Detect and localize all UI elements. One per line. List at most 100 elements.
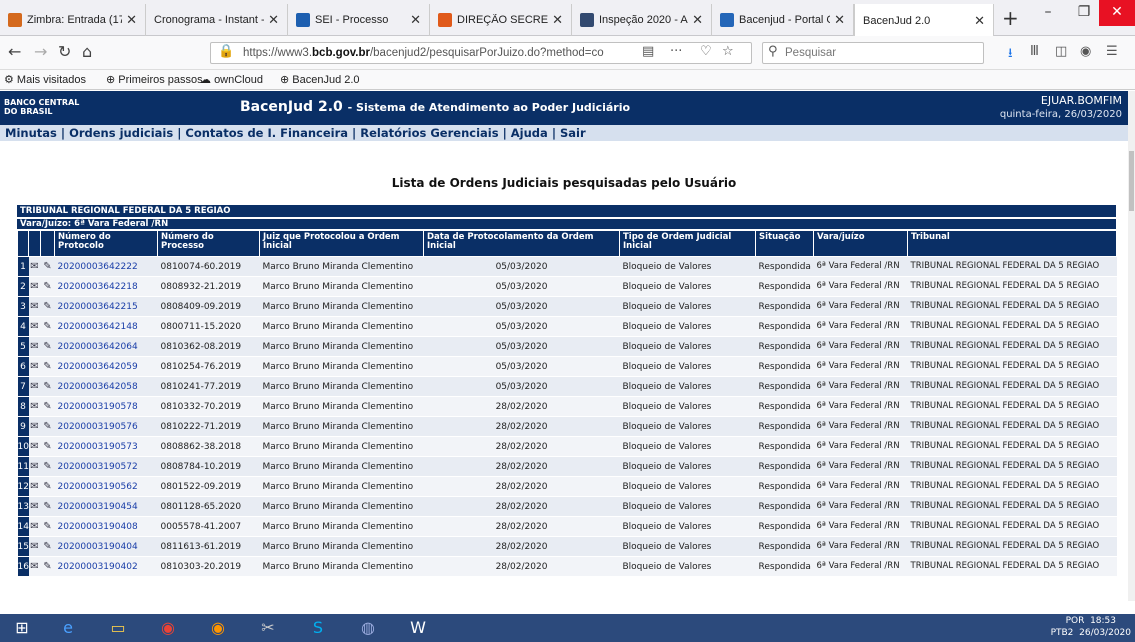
- protocolo-link[interactable]: 20200003642059: [54, 356, 158, 377]
- pje-icon[interactable]: ◍: [350, 616, 386, 640]
- browser-tab[interactable]: Inspeção 2020 - Arq ✕: [572, 4, 712, 36]
- edit-icon[interactable]: ✎: [40, 516, 55, 537]
- scrollbar-thumb[interactable]: [1129, 151, 1134, 211]
- menu-icon[interactable]: ☰: [1106, 44, 1118, 59]
- bookmark-star-icon[interactable]: ☆: [722, 44, 734, 59]
- home-icon[interactable]: ⌂: [82, 42, 92, 61]
- download-icon[interactable]: ⭳: [1008, 44, 1013, 66]
- sidebar-icon[interactable]: ◫: [1055, 44, 1067, 59]
- edit-icon[interactable]: ✎: [40, 456, 55, 477]
- protocolo-link[interactable]: 20200003642218: [54, 276, 158, 297]
- protocolo-link[interactable]: 20200003642148: [54, 316, 158, 337]
- protocolo-link[interactable]: 20200003642222: [54, 256, 158, 277]
- snipping-icon[interactable]: ✂: [250, 616, 286, 640]
- mail-icon[interactable]: ✉: [28, 496, 41, 517]
- protocolo-link[interactable]: 20200003190576: [54, 416, 158, 437]
- firefox-icon[interactable]: ◉: [200, 616, 236, 640]
- protocolo-link[interactable]: 20200003190562: [54, 476, 158, 497]
- menu-relatorios[interactable]: Relatórios Gerenciais: [360, 126, 498, 140]
- mail-icon[interactable]: ✉: [28, 296, 41, 317]
- edit-icon[interactable]: ✎: [40, 536, 55, 557]
- account-icon[interactable]: ◉: [1080, 44, 1091, 59]
- protocolo-link[interactable]: 20200003190578: [54, 396, 158, 417]
- mail-icon[interactable]: ✉: [28, 516, 41, 537]
- browser-tab[interactable]: Zimbra: Entrada (17 ✕: [0, 4, 146, 36]
- browser-tab[interactable]: Cronograma - Instant - ✕: [146, 4, 288, 36]
- windows-start-icon[interactable]: ⊞: [4, 616, 40, 640]
- bookmark-mais-visitados[interactable]: ⚙ Mais visitados: [4, 73, 86, 86]
- edit-icon[interactable]: ✎: [40, 436, 55, 457]
- close-icon[interactable]: ✕: [268, 12, 279, 28]
- edit-icon[interactable]: ✎: [40, 496, 55, 517]
- edit-icon[interactable]: ✎: [40, 256, 55, 277]
- browser-tab-active[interactable]: BacenJud 2.0 ✕: [854, 4, 994, 37]
- skype-icon[interactable]: S: [300, 616, 336, 640]
- edit-icon[interactable]: ✎: [40, 376, 55, 397]
- system-tray[interactable]: POR 18:53 PTB2 26/03/2020: [1051, 615, 1131, 639]
- forward-icon[interactable]: →: [34, 42, 47, 61]
- mail-icon[interactable]: ✉: [28, 316, 41, 337]
- mail-icon[interactable]: ✉: [28, 336, 41, 357]
- mail-icon[interactable]: ✉: [28, 256, 41, 277]
- close-icon[interactable]: ✕: [552, 12, 563, 28]
- window-close-icon[interactable]: ✕: [1099, 0, 1135, 26]
- pocket-icon[interactable]: ♡: [700, 44, 712, 59]
- bookmark-owncloud[interactable]: ☁ ownCloud: [200, 73, 263, 86]
- protocolo-link[interactable]: 20200003190408: [54, 516, 158, 537]
- browser-tab[interactable]: SEI - Processo ✕: [288, 4, 430, 36]
- protocolo-link[interactable]: 20200003190402: [54, 556, 158, 577]
- menu-minutas[interactable]: Minutas: [5, 126, 57, 140]
- bookmark-bacenjud[interactable]: ⊕ BacenJud 2.0: [280, 73, 360, 86]
- reload-icon[interactable]: ↻: [58, 42, 71, 61]
- page-actions-icon[interactable]: ···: [670, 44, 682, 59]
- ie-icon[interactable]: e: [50, 616, 86, 640]
- mail-icon[interactable]: ✉: [28, 356, 41, 377]
- mail-icon[interactable]: ✉: [28, 416, 41, 437]
- close-icon[interactable]: ✕: [974, 13, 985, 29]
- mail-icon[interactable]: ✉: [28, 376, 41, 397]
- protocolo-link[interactable]: 20200003190454: [54, 496, 158, 517]
- protocolo-link[interactable]: 20200003190404: [54, 536, 158, 557]
- file-explorer-icon[interactable]: ▭: [100, 616, 136, 640]
- protocolo-link[interactable]: 20200003642064: [54, 336, 158, 357]
- edit-icon[interactable]: ✎: [40, 396, 55, 417]
- mail-icon[interactable]: ✉: [28, 536, 41, 557]
- edit-icon[interactable]: ✎: [40, 336, 55, 357]
- protocolo-link[interactable]: 20200003190573: [54, 436, 158, 457]
- mail-icon[interactable]: ✉: [28, 456, 41, 477]
- protocolo-link[interactable]: 20200003642058: [54, 376, 158, 397]
- menu-contatos[interactable]: Contatos de I. Financeira: [185, 126, 348, 140]
- protocolo-link[interactable]: 20200003642215: [54, 296, 158, 317]
- menu-sair[interactable]: Sair: [560, 126, 586, 140]
- menu-ajuda[interactable]: Ajuda: [511, 126, 548, 140]
- edit-icon[interactable]: ✎: [40, 416, 55, 437]
- edit-icon[interactable]: ✎: [40, 316, 55, 337]
- mail-icon[interactable]: ✉: [28, 476, 41, 497]
- edit-icon[interactable]: ✎: [40, 296, 55, 317]
- reader-icon[interactable]: ▤: [642, 44, 654, 59]
- close-icon[interactable]: ✕: [410, 12, 421, 28]
- new-tab-icon[interactable]: +: [1002, 6, 1019, 30]
- mail-icon[interactable]: ✉: [28, 276, 41, 297]
- chrome-icon[interactable]: ◉: [150, 616, 186, 640]
- maximize-icon[interactable]: ❐: [1066, 0, 1102, 26]
- mail-icon[interactable]: ✉: [28, 396, 41, 417]
- word-icon[interactable]: W: [400, 616, 436, 640]
- edit-icon[interactable]: ✎: [40, 276, 55, 297]
- edit-icon[interactable]: ✎: [40, 356, 55, 377]
- back-icon[interactable]: ←: [8, 42, 21, 61]
- edit-icon[interactable]: ✎: [40, 556, 55, 577]
- scrollbar[interactable]: [1128, 91, 1135, 601]
- search-input[interactable]: Pesquisar: [762, 42, 984, 64]
- lock-icon[interactable]: 🔒: [218, 44, 234, 59]
- library-icon[interactable]: Ⅲ: [1030, 44, 1039, 59]
- browser-tab[interactable]: DIREÇÃO SECRETAR✕: [430, 4, 572, 36]
- browser-tab[interactable]: Bacenjud - Portal C ✕: [712, 4, 854, 36]
- mail-icon[interactable]: ✉: [28, 436, 41, 457]
- menu-ordens-judiciais[interactable]: Ordens judiciais: [69, 126, 173, 140]
- edit-icon[interactable]: ✎: [40, 476, 55, 497]
- bookmark-primeiros-passos[interactable]: ⊕ Primeiros passos: [106, 73, 203, 86]
- close-icon[interactable]: ✕: [692, 12, 703, 28]
- protocolo-link[interactable]: 20200003190572: [54, 456, 158, 477]
- close-icon[interactable]: ✕: [126, 12, 137, 28]
